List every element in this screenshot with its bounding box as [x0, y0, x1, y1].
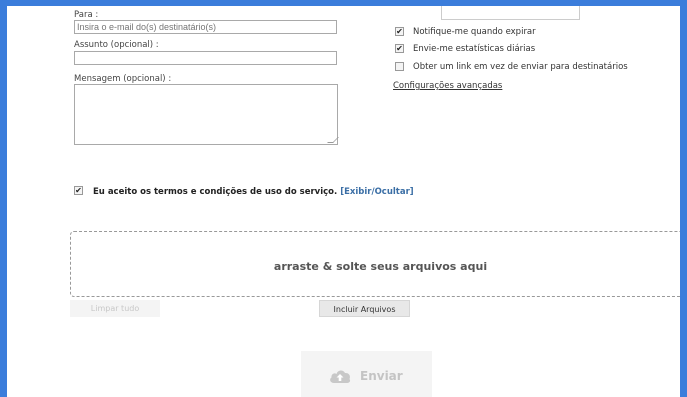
message-label: Mensagem (opcional) :	[74, 74, 172, 84]
clear-all-button[interactable]: Limpar tudo	[70, 300, 160, 317]
add-files-button[interactable]: Incluir Arquivos	[319, 300, 410, 317]
send-button[interactable]: Enviar	[301, 351, 432, 397]
notify-expire-label: Notifique-me quando expirar	[413, 27, 536, 37]
terms-toggle-link[interactable]: [Exibir/Ocultar]	[340, 187, 414, 197]
daily-stats-checkbox[interactable]: ✔	[395, 44, 404, 53]
daily-stats-label: Envie-me estatísticas diárias	[413, 44, 536, 54]
message-textarea[interactable]	[74, 84, 338, 145]
get-link-checkbox[interactable]	[395, 62, 404, 71]
to-label: Para :	[74, 10, 99, 20]
message-field-wrapper	[74, 84, 339, 145]
send-label: Enviar	[360, 369, 403, 383]
dropzone-text: arraste & solte seus arquivos aqui	[273, 260, 488, 273]
get-link-label: Obter um link em vez de enviar para dest…	[413, 62, 628, 72]
terms-text: Eu aceito os termos e condições de uso d…	[93, 187, 414, 197]
notify-expire-checkbox[interactable]: ✔	[395, 27, 404, 36]
cloud-upload-icon	[330, 370, 351, 383]
recipient-email-input[interactable]	[74, 20, 337, 34]
send-button-content: Enviar	[329, 368, 403, 384]
terms-label: Eu aceito os termos e condições de uso d…	[93, 187, 338, 197]
advanced-settings-link[interactable]: Configurações avançadas	[393, 81, 502, 91]
upload-form-panel: Para : Assunto (opcional) : Mensagem (op…	[7, 6, 680, 397]
file-dropzone[interactable]: arraste & solte seus arquivos aqui	[70, 231, 680, 297]
subject-label: Assunto (opcional) :	[74, 40, 159, 50]
top-field-remnant	[441, 6, 580, 20]
subject-input[interactable]	[74, 51, 337, 65]
terms-checkbox[interactable]: ✔	[74, 186, 83, 195]
